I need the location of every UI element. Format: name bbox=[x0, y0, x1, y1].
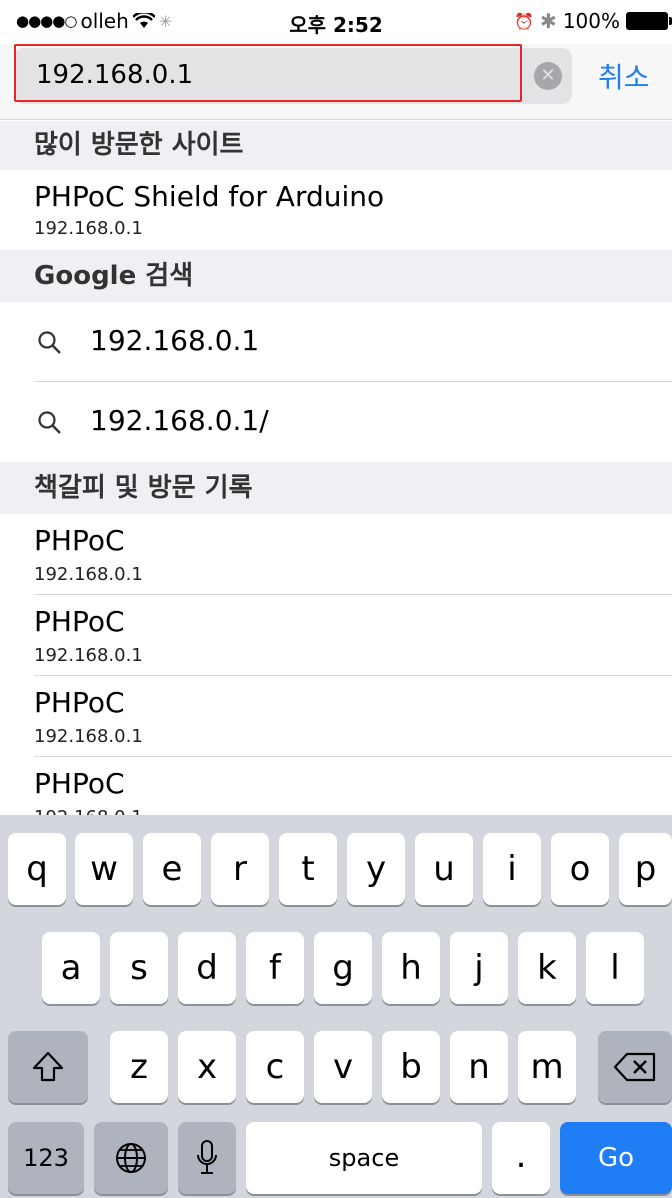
key-r[interactable]: r bbox=[211, 833, 269, 905]
top-site-url: 192.168.0.1 bbox=[34, 218, 143, 239]
key-x[interactable]: x bbox=[178, 1031, 236, 1103]
search-suggestion[interactable]: 192.168.0.1/ bbox=[0, 382, 672, 462]
url-text[interactable]: 192.168.0.1 bbox=[36, 60, 193, 90]
history-item[interactable]: PHPoC 192.168.0.1 bbox=[0, 514, 672, 595]
key-n[interactable]: n bbox=[450, 1031, 508, 1103]
cancel-button[interactable]: 취소 bbox=[598, 56, 650, 96]
key-f[interactable]: f bbox=[246, 932, 304, 1004]
section-header-google: Google 검색 bbox=[0, 250, 672, 302]
key-u[interactable]: u bbox=[415, 833, 473, 905]
shift-key[interactable] bbox=[8, 1031, 88, 1103]
address-bar: 192.168.0.1 ✕ 취소 bbox=[0, 44, 672, 120]
search-icon bbox=[38, 331, 61, 354]
history-item[interactable]: PHPoC 192.168.0.1 bbox=[0, 676, 672, 757]
history-item[interactable]: PHPoC 192.168.0.1 bbox=[0, 595, 672, 676]
key-c[interactable]: c bbox=[246, 1031, 304, 1103]
key-o[interactable]: o bbox=[551, 833, 609, 905]
history-url: 192.168.0.1 bbox=[34, 645, 143, 666]
microphone-icon bbox=[197, 1140, 217, 1174]
globe-key[interactable] bbox=[94, 1122, 168, 1194]
key-a[interactable]: a bbox=[42, 932, 100, 1004]
period-key[interactable]: . bbox=[492, 1122, 550, 1194]
search-suggestion-text: 192.168.0.1 bbox=[90, 324, 260, 357]
key-h[interactable]: h bbox=[382, 932, 440, 1004]
history-item[interactable]: PHPoC 192.168.0.1 bbox=[0, 757, 672, 815]
dictation-key[interactable] bbox=[178, 1122, 236, 1194]
section-header-history: 책갈피 및 방문 기록 bbox=[0, 462, 672, 514]
keyboard: q w e r t y u i o p a s d f g h j k l z … bbox=[0, 815, 672, 1198]
key-m[interactable]: m bbox=[518, 1031, 576, 1103]
key-k[interactable]: k bbox=[518, 932, 576, 1004]
key-d[interactable]: d bbox=[178, 932, 236, 1004]
key-p[interactable]: p bbox=[619, 833, 672, 905]
top-site-item[interactable]: PHPoC Shield for Arduino 192.168.0.1 bbox=[0, 170, 672, 250]
status-right: ⏰ ✱ 100% bbox=[514, 9, 672, 33]
history-url: 192.168.0.1 bbox=[34, 564, 143, 585]
key-s[interactable]: s bbox=[110, 932, 168, 1004]
search-suggestion-text: 192.168.0.1/ bbox=[90, 404, 269, 437]
top-site-title: PHPoC Shield for Arduino bbox=[34, 180, 385, 213]
clear-icon[interactable]: ✕ bbox=[534, 62, 562, 90]
key-q[interactable]: q bbox=[8, 833, 66, 905]
history-url: 192.168.0.1 bbox=[34, 807, 143, 815]
history-title: PHPoC bbox=[34, 524, 125, 557]
key-b[interactable]: b bbox=[382, 1031, 440, 1103]
section-header-top-sites: 많이 방문한 사이트 bbox=[0, 121, 672, 170]
globe-icon bbox=[116, 1143, 146, 1173]
key-t[interactable]: t bbox=[279, 833, 337, 905]
key-w[interactable]: w bbox=[75, 833, 133, 905]
numbers-key[interactable]: 123 bbox=[8, 1122, 84, 1194]
backspace-icon bbox=[613, 1052, 656, 1082]
key-y[interactable]: y bbox=[347, 833, 405, 905]
battery-icon bbox=[626, 12, 672, 30]
history-title: PHPoC bbox=[34, 605, 125, 638]
status-bar: ●●●●○ olleh ✳ 오후 2:52 ⏰ ✱ 100% bbox=[0, 0, 672, 44]
key-v[interactable]: v bbox=[314, 1031, 372, 1103]
delete-key[interactable] bbox=[598, 1031, 672, 1103]
battery-percent: 100% bbox=[562, 9, 620, 33]
search-icon bbox=[38, 411, 61, 434]
key-e[interactable]: e bbox=[143, 833, 201, 905]
search-suggestion[interactable]: 192.168.0.1 bbox=[0, 302, 672, 382]
key-l[interactable]: l bbox=[586, 932, 644, 1004]
key-g[interactable]: g bbox=[314, 932, 372, 1004]
history-url: 192.168.0.1 bbox=[34, 726, 143, 747]
history-title: PHPoC bbox=[34, 767, 125, 800]
history-title: PHPoC bbox=[34, 686, 125, 719]
shift-icon bbox=[32, 1051, 64, 1082]
space-key[interactable]: space bbox=[246, 1122, 482, 1194]
key-i[interactable]: i bbox=[483, 833, 541, 905]
key-z[interactable]: z bbox=[110, 1031, 168, 1103]
alarm-icon: ⏰ bbox=[514, 11, 535, 31]
bluetooth-icon: ✱ bbox=[540, 9, 557, 33]
go-button[interactable]: Go bbox=[560, 1122, 672, 1194]
key-j[interactable]: j bbox=[450, 932, 508, 1004]
